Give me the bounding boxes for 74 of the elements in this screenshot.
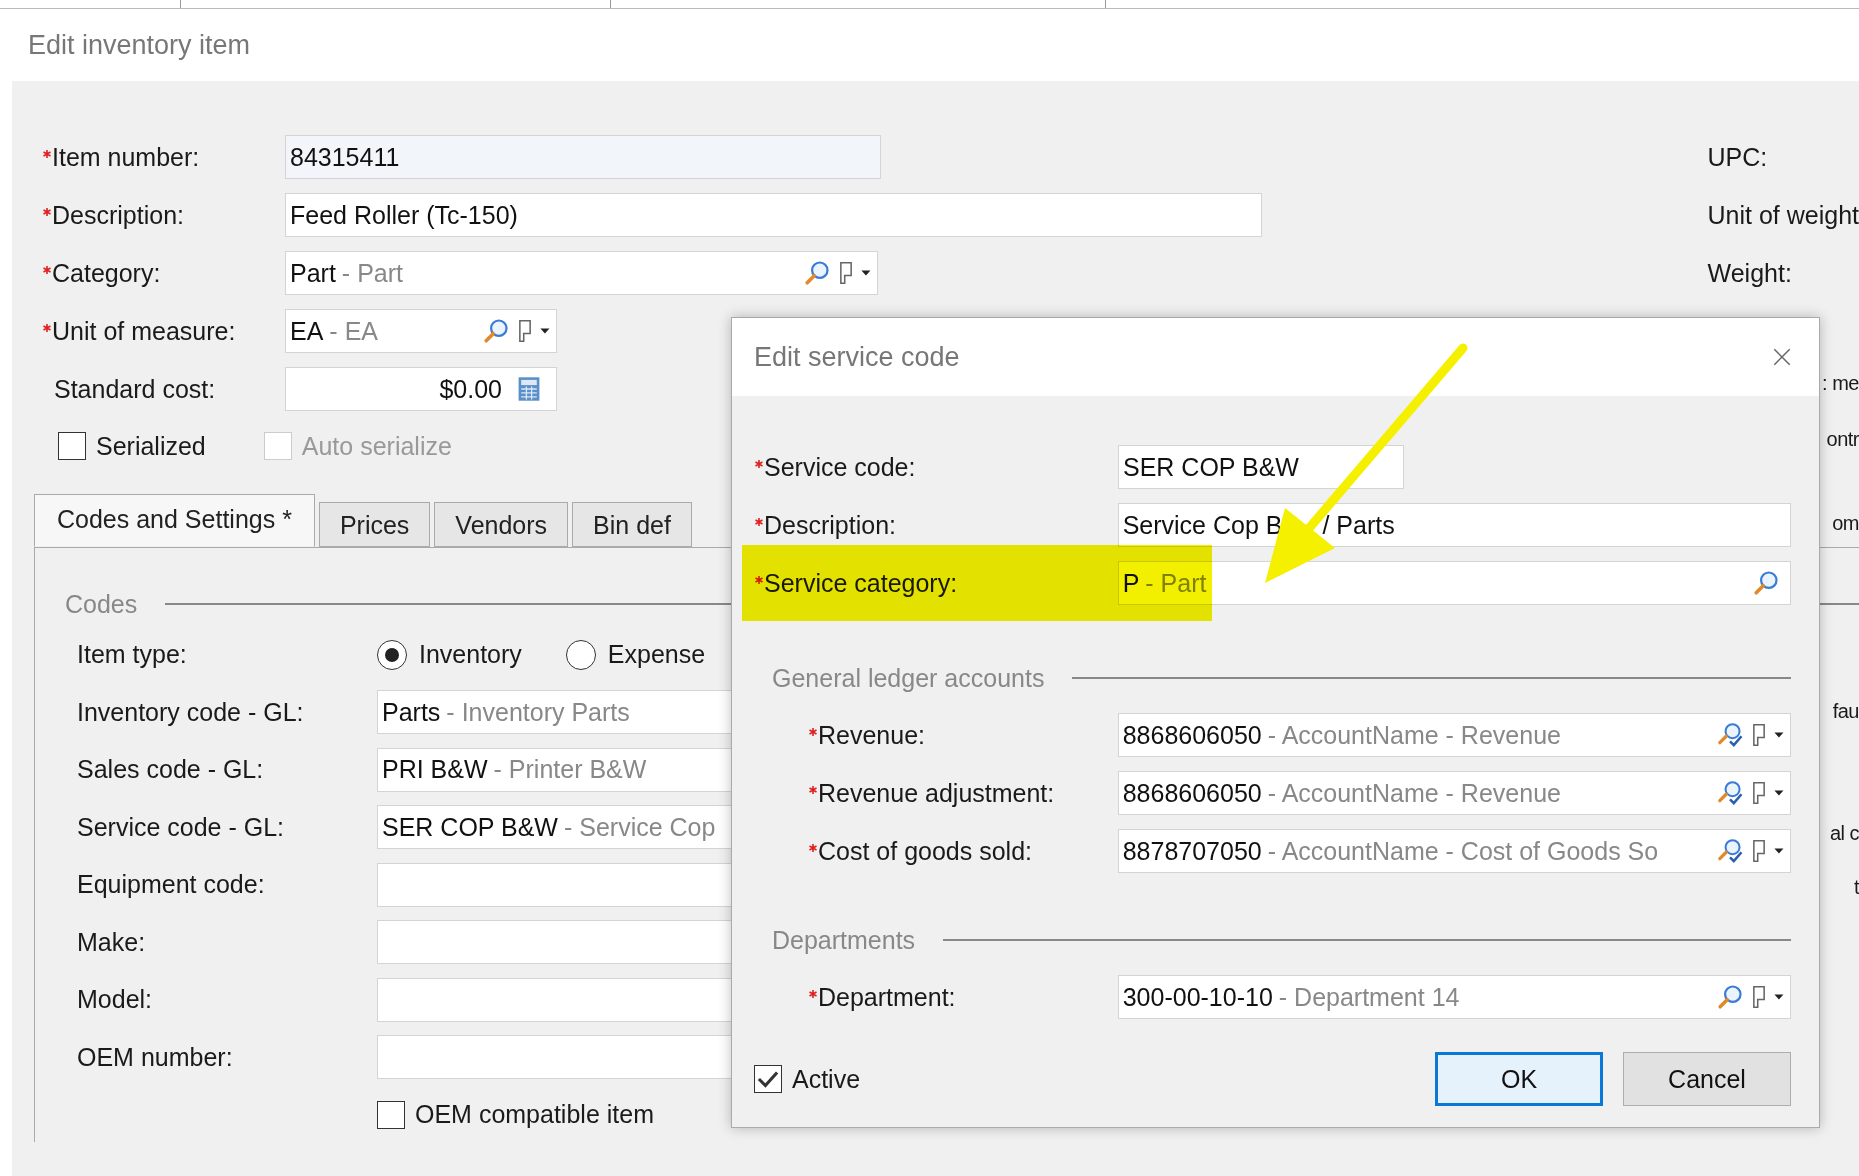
tab[interactable]: Bin def: [572, 502, 692, 547]
dialog-title: Edit service code: [754, 341, 960, 373]
tab[interactable]: Vendors: [434, 502, 569, 547]
field-label: t: [1853, 876, 1859, 899]
field-label: Service category:: [764, 568, 958, 598]
field-label: fau: [1832, 700, 1859, 723]
field-label: Inventory code - GL:: [77, 697, 305, 727]
input-field[interactable]: 8868606050 - AccountName - Revenue: [1117, 771, 1791, 815]
field-label: al c: [1829, 822, 1859, 845]
section-heading: Codes: [65, 589, 138, 619]
search-icon[interactable]: [1716, 983, 1744, 1011]
field-label: om: [1832, 512, 1859, 535]
checkbox-label: Serialized: [96, 431, 206, 461]
section-heading: General ledger accounts: [772, 663, 1045, 693]
field-label: ontr: [1826, 428, 1859, 451]
field-label: Sales code - GL:: [77, 755, 265, 785]
radio-button[interactable]: [377, 639, 407, 670]
flag-menu-icon[interactable]: [837, 260, 873, 286]
cancel-button[interactable]: Cancel: [1623, 1052, 1791, 1106]
close-icon[interactable]: [1771, 346, 1793, 368]
calculator-icon[interactable]: [516, 376, 542, 402]
field-label: : me: [1822, 372, 1859, 395]
field-label: Item number:: [52, 142, 200, 172]
ok-button[interactable]: OK: [1435, 1052, 1603, 1106]
window-title: Edit inventory item: [28, 29, 251, 61]
search-check-icon[interactable]: [1716, 779, 1744, 807]
tab[interactable]: Prices: [318, 502, 431, 547]
checkbox[interactable]: [58, 432, 86, 460]
tab[interactable]: Codes and Settings *: [34, 494, 315, 547]
input-field[interactable]: $0.00: [285, 367, 557, 411]
field-label: Item type:: [77, 640, 188, 670]
input-field[interactable]: Service Cop B / Parts: [1117, 503, 1791, 547]
input-field[interactable]: 8878707050 - AccountName - Cost of Goods So: [1117, 829, 1791, 873]
field-label: OEM number:: [77, 1042, 234, 1072]
checkbox[interactable]: [754, 1065, 782, 1093]
field-label: Unit of measure:: [52, 316, 236, 346]
checkbox-label: Auto serialize: [301, 431, 452, 461]
flag-menu-icon[interactable]: [1750, 838, 1786, 864]
checkbox-label: OEM compatible item: [415, 1100, 654, 1130]
field-label: Make:: [77, 927, 147, 957]
field-label: Department:: [818, 982, 956, 1012]
field-label: UPC:: [1707, 142, 1769, 173]
field-label: Weight:: [1707, 258, 1793, 289]
search-icon[interactable]: [1752, 569, 1780, 597]
search-check-icon[interactable]: [1716, 837, 1744, 865]
flag-menu-icon[interactable]: [1750, 984, 1786, 1010]
field-label: Description:: [764, 510, 896, 540]
input-field[interactable]: SER COP B&W: [1118, 445, 1404, 489]
field-label: Equipment code:: [77, 870, 266, 900]
search-check-icon[interactable]: [1716, 721, 1744, 749]
radio-label: Inventory: [419, 640, 522, 670]
checkbox-label: Active: [792, 1064, 861, 1094]
field-label: Category:: [52, 258, 161, 288]
radio-label: Expense: [607, 640, 706, 670]
field-label: Service code - GL:: [77, 812, 286, 842]
search-icon[interactable]: [803, 259, 831, 287]
input-field[interactable]: 300-00-10-10 - Department 14: [1117, 975, 1791, 1019]
radio-button[interactable]: [565, 639, 596, 670]
input-field[interactable]: Part - Part: [285, 251, 878, 295]
checkbox[interactable]: [377, 1100, 405, 1129]
flag-menu-icon[interactable]: [1750, 780, 1786, 806]
field-label: Service code:: [764, 452, 916, 482]
input-field[interactable]: 8868606050 - AccountName - Revenue: [1117, 713, 1791, 757]
flag-menu-icon[interactable]: [1750, 722, 1786, 748]
field-label: Unit of weight: [1707, 200, 1859, 231]
field-label: Model:: [77, 985, 154, 1015]
field-label: Description:: [52, 200, 184, 230]
input-field[interactable]: 84315411: [285, 135, 881, 179]
field-label: Standard cost:: [54, 374, 216, 404]
flag-menu-icon[interactable]: [516, 318, 552, 344]
input-field[interactable]: Feed Roller (Tc-150): [285, 193, 1262, 237]
search-icon[interactable]: [482, 317, 510, 345]
section-heading: Departments: [772, 925, 916, 955]
input-field[interactable]: EA - EA: [285, 309, 557, 353]
